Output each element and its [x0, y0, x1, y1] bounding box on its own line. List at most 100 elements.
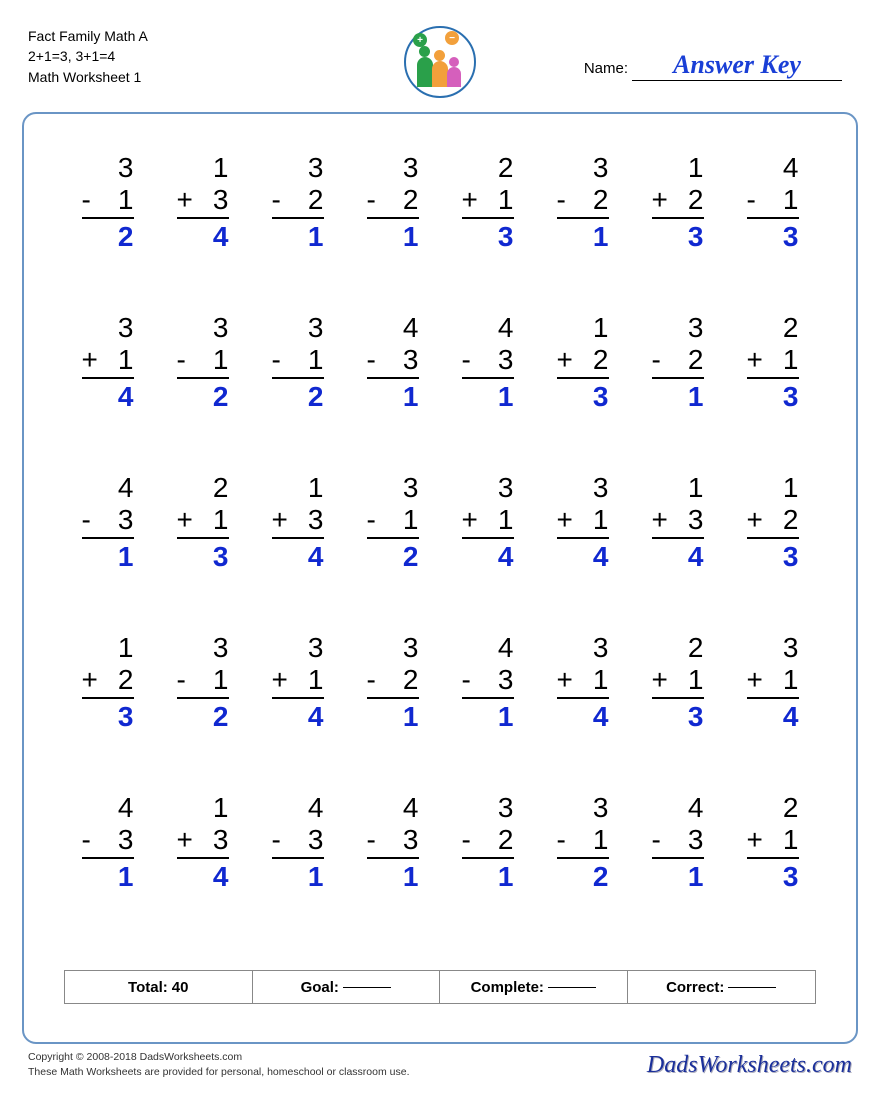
math-problem: 4-31 — [345, 312, 440, 472]
goal-blank[interactable] — [343, 987, 391, 988]
operand-top: 3 — [367, 472, 419, 504]
operand-top: 4 — [272, 792, 324, 824]
math-problem: 2+13 — [725, 792, 820, 952]
operand-bottom: 2 — [498, 824, 514, 856]
operand-top: 1 — [177, 792, 229, 824]
operand-top: 2 — [652, 632, 704, 664]
complete-blank[interactable] — [548, 987, 596, 988]
operator: + — [652, 184, 668, 216]
answer: 1 — [367, 219, 419, 254]
operand-bottom-row: +1 — [747, 824, 799, 859]
operand-bottom: 2 — [688, 344, 704, 376]
operator: + — [177, 504, 193, 536]
math-problem: 3-12 — [250, 312, 345, 472]
operator: - — [272, 824, 281, 856]
operand-top: 4 — [82, 792, 134, 824]
operand-bottom: 3 — [688, 824, 704, 856]
math-problem: 4-31 — [345, 792, 440, 952]
answer: 1 — [652, 859, 704, 894]
math-problem: 3+14 — [250, 632, 345, 792]
operand-bottom-row: +1 — [747, 344, 799, 379]
operand-bottom-row: -3 — [82, 504, 134, 539]
operand-bottom-row: -1 — [82, 184, 134, 219]
operator: + — [652, 664, 668, 696]
operator: - — [272, 344, 281, 376]
answer: 3 — [652, 699, 704, 734]
operator: - — [462, 344, 471, 376]
operand-bottom: 3 — [403, 344, 419, 376]
answer: 4 — [462, 539, 514, 574]
name-input-line[interactable]: Answer Key — [632, 50, 842, 81]
operator: + — [557, 664, 573, 696]
answer: 1 — [462, 699, 514, 734]
operand-bottom: 1 — [498, 504, 514, 536]
operand-bottom-row: +3 — [177, 824, 229, 859]
answer: 4 — [557, 699, 609, 734]
operand-bottom-row: +2 — [557, 344, 609, 379]
operator: + — [82, 664, 98, 696]
operand-top: 4 — [367, 312, 419, 344]
worksheet-header: Fact Family Math A 2+1=3, 3+1=4 Math Wor… — [22, 22, 858, 106]
operand-top: 1 — [652, 472, 704, 504]
family-icon: + − — [404, 26, 476, 98]
answer: 2 — [272, 379, 324, 414]
operand-bottom-row: +3 — [652, 504, 704, 539]
operand-bottom: 2 — [688, 184, 704, 216]
operand-top: 3 — [367, 632, 419, 664]
operand-bottom: 3 — [498, 664, 514, 696]
answer: 2 — [82, 219, 134, 254]
operator: + — [82, 344, 98, 376]
operand-top: 3 — [462, 472, 514, 504]
math-problem: 3+14 — [535, 472, 630, 632]
answer: 4 — [652, 539, 704, 574]
math-problem: 4-31 — [60, 472, 155, 632]
operand-bottom-row: +1 — [462, 184, 514, 219]
worksheet-frame: 3-121+343-213-212+133-211+234-133+143-12… — [22, 112, 858, 1044]
math-problem: 4-31 — [630, 792, 725, 952]
operator: + — [557, 504, 573, 536]
math-problem: 1+23 — [630, 152, 725, 312]
page-footer: Copyright © 2008-2018 DadsWorksheets.com… — [22, 1050, 858, 1079]
answer: 3 — [652, 219, 704, 254]
operator: + — [652, 504, 668, 536]
operand-top: 1 — [82, 632, 134, 664]
math-problem: 1+23 — [535, 312, 630, 472]
operator: + — [177, 824, 193, 856]
operator: + — [747, 504, 763, 536]
operand-bottom: 1 — [308, 344, 324, 376]
operand-bottom: 1 — [593, 664, 609, 696]
answer: 2 — [367, 539, 419, 574]
correct-blank[interactable] — [728, 987, 776, 988]
math-problem: 3-12 — [535, 792, 630, 952]
math-problem: 3-12 — [155, 312, 250, 472]
operand-bottom: 1 — [308, 664, 324, 696]
operand-bottom-row: +2 — [82, 664, 134, 699]
stat-goal: Goal: — [253, 971, 441, 1003]
answer: 1 — [272, 859, 324, 894]
title-line-2: 2+1=3, 3+1=4 — [28, 46, 148, 66]
operator: + — [747, 344, 763, 376]
answer: 1 — [82, 859, 134, 894]
answer: 3 — [557, 379, 609, 414]
operand-top: 1 — [177, 152, 229, 184]
operator: - — [652, 344, 661, 376]
operand-bottom-row: -1 — [177, 664, 229, 699]
operand-bottom: 1 — [688, 664, 704, 696]
operand-bottom: 3 — [213, 184, 229, 216]
operand-top: 4 — [82, 472, 134, 504]
stats-bar: Total: 40 Goal: Complete: Correct: — [64, 970, 816, 1004]
operand-bottom: 3 — [118, 504, 134, 536]
operator: + — [557, 344, 573, 376]
operand-bottom: 3 — [308, 504, 324, 536]
operator: - — [367, 184, 376, 216]
operator: - — [747, 184, 756, 216]
math-problem: 2+13 — [440, 152, 535, 312]
math-problem: 3-12 — [60, 152, 155, 312]
operand-top: 4 — [652, 792, 704, 824]
operand-bottom: 3 — [308, 824, 324, 856]
operand-top: 3 — [272, 312, 324, 344]
math-problem: 3+14 — [60, 312, 155, 472]
operand-bottom: 3 — [213, 824, 229, 856]
operator: - — [557, 184, 566, 216]
operand-top: 4 — [462, 312, 514, 344]
